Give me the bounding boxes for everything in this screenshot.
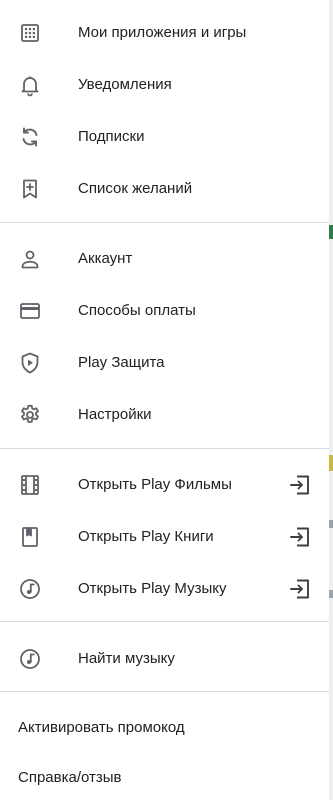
background-content-edge (329, 0, 333, 800)
menu-item-settings[interactable]: Настройки (0, 389, 329, 441)
music-icon (18, 577, 42, 601)
menu-item-label: Мои приложения и игры (78, 24, 247, 41)
music-icon (18, 647, 42, 671)
menu-item-label: Справка/отзыв (18, 769, 122, 786)
menu-item-label: Аккаунт (78, 250, 133, 267)
open-app-icon[interactable] (288, 525, 312, 549)
bell-icon (18, 73, 42, 97)
shield-play-icon (18, 351, 42, 375)
book-icon (18, 525, 42, 549)
menu-item-label: Настройки (78, 406, 152, 423)
person-icon (18, 247, 42, 271)
bookmark-add-icon (18, 177, 42, 201)
menu-item-label: Список желаний (78, 180, 193, 197)
menu-item-label: Play Защита (78, 354, 165, 371)
menu-item-label: Подписки (78, 128, 145, 145)
menu-item-my-apps[interactable]: Мои приложения и игры (0, 7, 329, 59)
menu-item-label: Уведомления (78, 76, 172, 93)
menu-item-account[interactable]: Аккаунт (0, 233, 329, 285)
menu-item-label: Открыть Play Музыку (78, 580, 227, 597)
menu-item-open-play-movies[interactable]: Открыть Play Фильмы (0, 459, 329, 511)
menu-item-label: Способы оплаты (78, 302, 196, 319)
open-app-icon[interactable] (288, 577, 312, 601)
menu-item-redeem-code[interactable]: Активировать промокод (0, 702, 329, 754)
menu-item-open-play-books[interactable]: Открыть Play Книги (0, 511, 329, 563)
menu-item-find-music[interactable]: Найти музыку (0, 633, 329, 685)
menu-item-subscriptions[interactable]: Подписки (0, 111, 329, 163)
menu-item-label: Открыть Play Книги (78, 528, 214, 545)
divider (0, 621, 329, 622)
menu-item-label: Открыть Play Фильмы (78, 476, 232, 493)
film-icon (18, 473, 42, 497)
apps-grid-icon (18, 21, 42, 45)
menu-item-payment-methods[interactable]: Способы оплаты (0, 285, 329, 337)
credit-card-icon (18, 299, 42, 323)
menu-item-notifications[interactable]: Уведомления (0, 59, 329, 111)
refresh-icon (18, 125, 42, 149)
divider (0, 222, 329, 223)
open-app-icon[interactable] (288, 473, 312, 497)
menu-item-label: Активировать промокод (18, 719, 185, 736)
divider (0, 448, 329, 449)
navigation-drawer: Мои приложения и игры Уведомления Подпис… (0, 0, 330, 800)
menu-item-label: Найти музыку (78, 650, 175, 667)
menu-item-help-feedback[interactable]: Справка/отзыв (0, 752, 329, 804)
gear-icon (18, 403, 42, 427)
menu-item-wishlist[interactable]: Список желаний (0, 163, 329, 215)
menu-item-open-play-music[interactable]: Открыть Play Музыку (0, 563, 329, 615)
divider (0, 691, 329, 692)
menu-item-play-protect[interactable]: Play Защита (0, 337, 329, 389)
